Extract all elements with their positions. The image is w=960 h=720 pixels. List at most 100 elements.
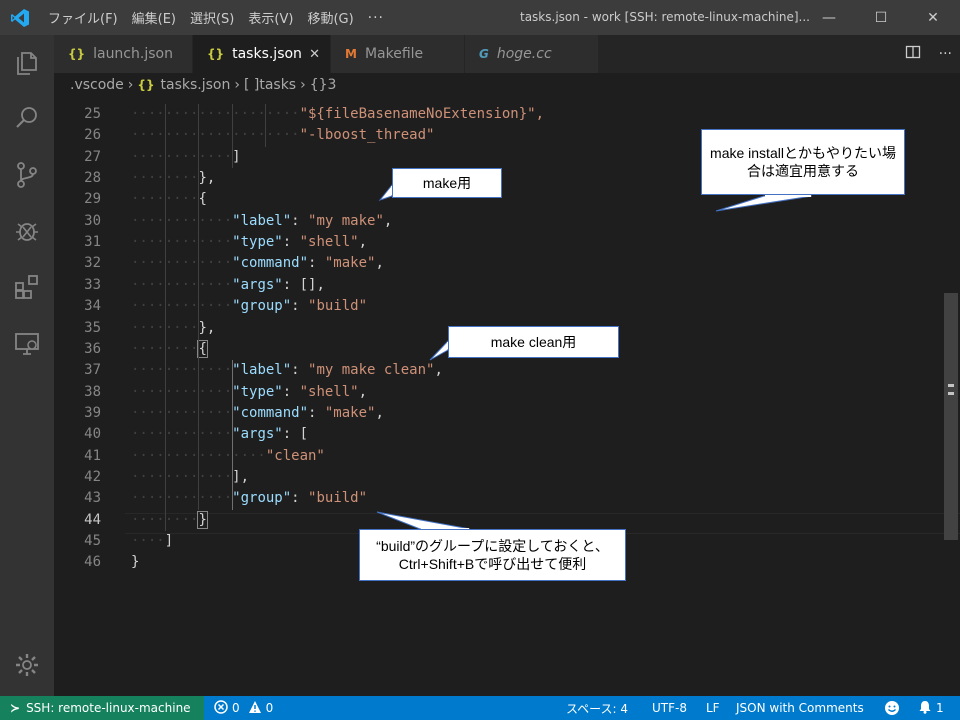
line-number: 38 — [84, 383, 101, 400]
json-bracket: } — [197, 510, 208, 529]
chevron-right-icon: › — [300, 77, 306, 93]
json-punctuation: , — [434, 362, 443, 379]
tab-label: Makefile — [364, 46, 424, 62]
menu-file[interactable]: ファイル(F) — [48, 8, 118, 27]
scrollbar-marker — [948, 384, 954, 387]
extensions-icon[interactable] — [11, 271, 43, 303]
warning-icon — [248, 700, 262, 717]
feedback-smiley-icon[interactable] — [884, 696, 900, 720]
json-value: "shell" — [299, 234, 359, 251]
code-line: 40 ············"args": [ — [54, 424, 960, 445]
code-text: ········}, — [131, 318, 215, 339]
maximize-button[interactable]: ☐ — [858, 0, 904, 35]
json-key: "group" — [232, 298, 292, 315]
code-line: 44 ········} — [54, 510, 960, 531]
line-number: 28 — [84, 170, 101, 187]
whitespace-marker: ············ — [131, 490, 233, 507]
tab-makefile[interactable]: M Makefile — [331, 35, 465, 73]
json-string: "clean" — [265, 447, 325, 464]
json-punctuation: , — [316, 276, 325, 293]
tab-hoge-cc[interactable]: G hoge.cc — [465, 35, 599, 73]
json-punctuation: , — [383, 212, 393, 229]
whitespace-marker: ············ — [131, 362, 233, 379]
code-line: 34 ············"group": "build" — [54, 296, 960, 317]
remote-indicator[interactable]: ≻ SSH: remote-linux-machine — [0, 696, 204, 720]
source-control-icon[interactable] — [11, 159, 43, 191]
callout-make-install: make installとかもやりたい場合は適宜用意する — [701, 129, 905, 195]
code-text: ············"type": "shell", — [131, 382, 367, 403]
close-window-button[interactable]: ✕ — [910, 0, 956, 35]
line-number: 27 — [84, 148, 101, 165]
breadcrumb-file[interactable]: tasks.json — [161, 77, 231, 93]
line-number: 29 — [84, 191, 101, 208]
breadcrumb-item[interactable]: {}3 — [310, 77, 337, 93]
whitespace-marker: ············ — [131, 404, 233, 421]
whitespace-marker: ···· — [131, 533, 165, 549]
whitespace-marker: ···················· — [131, 127, 300, 144]
line-number: 31 — [84, 234, 101, 251]
line-number: 33 — [84, 276, 101, 293]
debug-icon[interactable] — [11, 215, 43, 247]
menu-bar: ファイル(F) 編集(E) 選択(S) 表示(V) 移動(G) ··· — [48, 0, 398, 35]
tab-tasks-json[interactable]: {} tasks.json ✕ — [193, 35, 331, 73]
menu-view[interactable]: 表示(V) — [248, 8, 293, 27]
language-mode-indicator[interactable]: JSON with Comments — [736, 696, 864, 720]
code-text: ········} — [131, 510, 208, 531]
whitespace-marker: ············ — [131, 276, 233, 293]
line-number: 39 — [84, 404, 101, 421]
error-icon — [214, 699, 228, 717]
settings-gear-icon[interactable] — [11, 649, 43, 681]
code-text: ········}, — [131, 168, 215, 189]
search-icon[interactable] — [11, 102, 43, 134]
problems-indicator[interactable]: 0 0 — [214, 696, 273, 720]
code-text: ············"label": "my make", — [131, 211, 392, 232]
json-punctuation: , — [375, 255, 384, 272]
menu-selection[interactable]: 選択(S) — [190, 8, 234, 27]
code-line: 31 ············"type": "shell", — [54, 232, 960, 253]
breadcrumb: .vscode › {} tasks.json › [ ]tasks › {}3 — [54, 73, 960, 97]
code-line: 43 ············"group": "build" — [54, 488, 960, 509]
cpp-file-icon: G — [479, 47, 489, 61]
json-separator: : — [291, 212, 309, 229]
more-actions-icon[interactable]: ··· — [939, 46, 952, 62]
line-number: 36 — [84, 340, 101, 357]
minimize-button[interactable]: — — [806, 0, 852, 35]
code-text: ············"command": "make", — [131, 403, 384, 424]
tab-launch-json[interactable]: {} launch.json — [54, 35, 193, 73]
indent-guide — [231, 360, 233, 510]
json-key: "type" — [232, 234, 283, 251]
vscode-logo-icon — [11, 9, 29, 27]
json-key: "label" — [232, 212, 292, 229]
indent-guide — [198, 104, 200, 510]
breadcrumb-tasks[interactable]: [ ]tasks — [244, 77, 296, 93]
code-line: 38 ············"type": "shell", — [54, 382, 960, 403]
split-editor-icon[interactable] — [905, 44, 921, 64]
code-text: ············"group": "build" — [131, 488, 367, 509]
json-value: [] — [299, 276, 317, 293]
menu-edit[interactable]: 編集(E) — [132, 8, 176, 27]
vertical-scrollbar[interactable] — [944, 97, 958, 696]
activity-bar — [0, 35, 54, 696]
close-tab-icon[interactable]: ✕ — [309, 47, 320, 62]
code-line: 33 ············"args": [], — [54, 275, 960, 296]
code-text: ············"args": [ — [131, 424, 308, 445]
notifications-indicator[interactable]: 1 — [918, 696, 944, 720]
json-punctuation: , — [358, 383, 368, 400]
json-key: "command" — [232, 404, 309, 421]
json-value: "my make" — [308, 212, 384, 229]
code-text: ············"label": "my make clean", — [131, 360, 443, 381]
encoding-indicator[interactable]: UTF-8 — [652, 696, 687, 720]
eol-indicator[interactable]: LF — [706, 696, 720, 720]
breadcrumb-folder[interactable]: .vscode — [70, 77, 124, 93]
remote-explorer-icon[interactable] — [11, 328, 43, 360]
json-separator: : — [282, 234, 300, 251]
indentation-indicator[interactable]: スペース: 4 — [566, 696, 628, 720]
menu-more[interactable]: ··· — [368, 10, 384, 26]
tab-label: hoge.cc — [496, 46, 552, 62]
scrollbar-thumb[interactable] — [944, 293, 958, 540]
menu-go[interactable]: 移動(G) — [307, 8, 353, 27]
whitespace-marker: ············ — [131, 426, 233, 443]
json-bracket: } — [131, 554, 140, 571]
line-number: 32 — [84, 255, 101, 272]
explorer-icon[interactable] — [11, 47, 43, 79]
